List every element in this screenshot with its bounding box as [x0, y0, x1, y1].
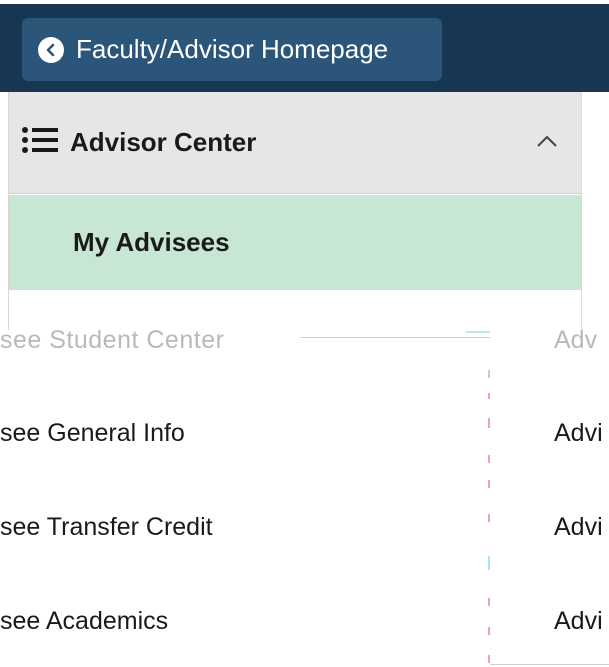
column-divider — [488, 655, 490, 663]
nav-right-border — [581, 92, 582, 330]
column-divider — [488, 370, 490, 378]
row-label-transfer-credit[interactable]: see Transfer Credit — [0, 513, 213, 542]
column-divider — [488, 418, 490, 428]
row-right-advisor[interactable]: Advi — [554, 513, 609, 542]
column-divider — [488, 627, 490, 635]
row-right-advisor[interactable]: Advi — [554, 419, 609, 448]
column-divider — [488, 455, 490, 463]
nav-item-blank — [9, 291, 581, 331]
row-label-student-center[interactable]: see Student Center — [0, 326, 224, 355]
bottom-border — [490, 664, 609, 665]
column-divider — [488, 598, 490, 606]
nav-title: Advisor Center — [70, 127, 257, 157]
row-right-advisor[interactable]: Adv — [554, 326, 609, 355]
app-header: Faculty/Advisor Homepage — [0, 4, 609, 92]
nav-item-label: My Advisees — [73, 227, 230, 257]
column-divider — [488, 393, 490, 399]
faculty-advisor-homepage-button[interactable]: Faculty/Advisor Homepage — [22, 18, 442, 81]
divider — [300, 337, 490, 338]
advisor-center-nav-header[interactable]: Advisor Center — [9, 92, 582, 194]
divider-accent — [466, 331, 490, 333]
column-divider — [488, 514, 490, 522]
row-label-academics[interactable]: see Academics — [0, 607, 168, 636]
nav-item-my-advisees[interactable]: My Advisees — [9, 195, 582, 290]
column-divider — [488, 556, 490, 570]
list-icon — [9, 125, 61, 160]
row-right-advisor[interactable]: Advi — [554, 607, 609, 636]
row-label-general-info[interactable]: see General Info — [0, 419, 185, 448]
column-divider — [488, 480, 490, 488]
chevron-left-icon — [38, 36, 64, 63]
back-button-label: Faculty/Advisor Homepage — [76, 34, 389, 64]
